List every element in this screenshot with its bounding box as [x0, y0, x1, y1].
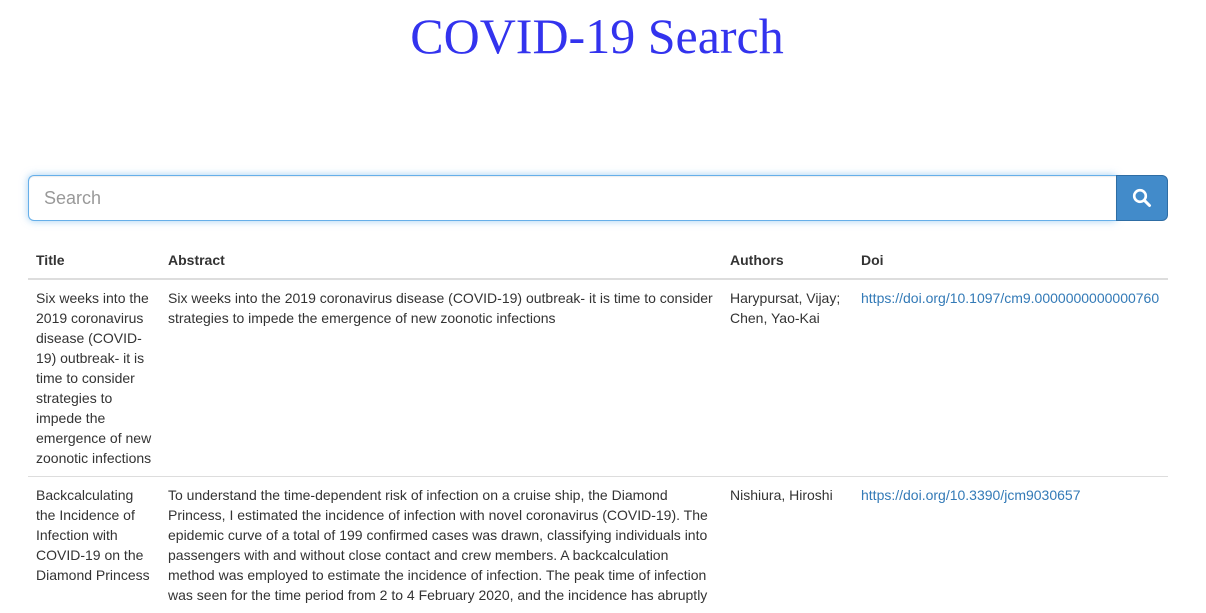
column-header-doi: Doi [853, 240, 1168, 279]
cell-authors: Harypursat, Vijay; Chen, Yao-Kai [722, 279, 853, 477]
cell-abstract: To understand the time-dependent risk of… [160, 477, 722, 613]
table-header-row: Title Abstract Authors Doi [28, 240, 1168, 279]
search-button[interactable] [1116, 175, 1168, 221]
column-header-authors: Authors [722, 240, 853, 279]
cell-abstract: Six weeks into the 2019 coronavirus dise… [160, 279, 722, 477]
table-row: Backcalculating the Incidence of Infecti… [28, 477, 1168, 613]
cell-doi: https://doi.org/10.1097/cm9.000000000000… [853, 279, 1168, 477]
doi-link[interactable]: https://doi.org/10.1097/cm9.000000000000… [861, 290, 1159, 306]
table-row: Six weeks into the 2019 coronavirus dise… [28, 279, 1168, 477]
doi-link[interactable]: https://doi.org/10.3390/jcm9030657 [861, 487, 1081, 503]
search-input[interactable] [28, 175, 1116, 221]
column-header-abstract: Abstract [160, 240, 722, 279]
search-bar [28, 175, 1168, 221]
cell-title: Backcalculating the Incidence of Infecti… [28, 477, 160, 613]
results-table: Title Abstract Authors Doi Six weeks int… [28, 240, 1168, 613]
cell-authors: Nishiura, Hiroshi [722, 477, 853, 613]
search-icon [1132, 188, 1152, 208]
cell-doi: https://doi.org/10.3390/jcm9030657 [853, 477, 1168, 613]
column-header-title: Title [28, 240, 160, 279]
page-title: COVID-19 Search [0, 6, 1194, 66]
cell-title: Six weeks into the 2019 coronavirus dise… [28, 279, 160, 477]
